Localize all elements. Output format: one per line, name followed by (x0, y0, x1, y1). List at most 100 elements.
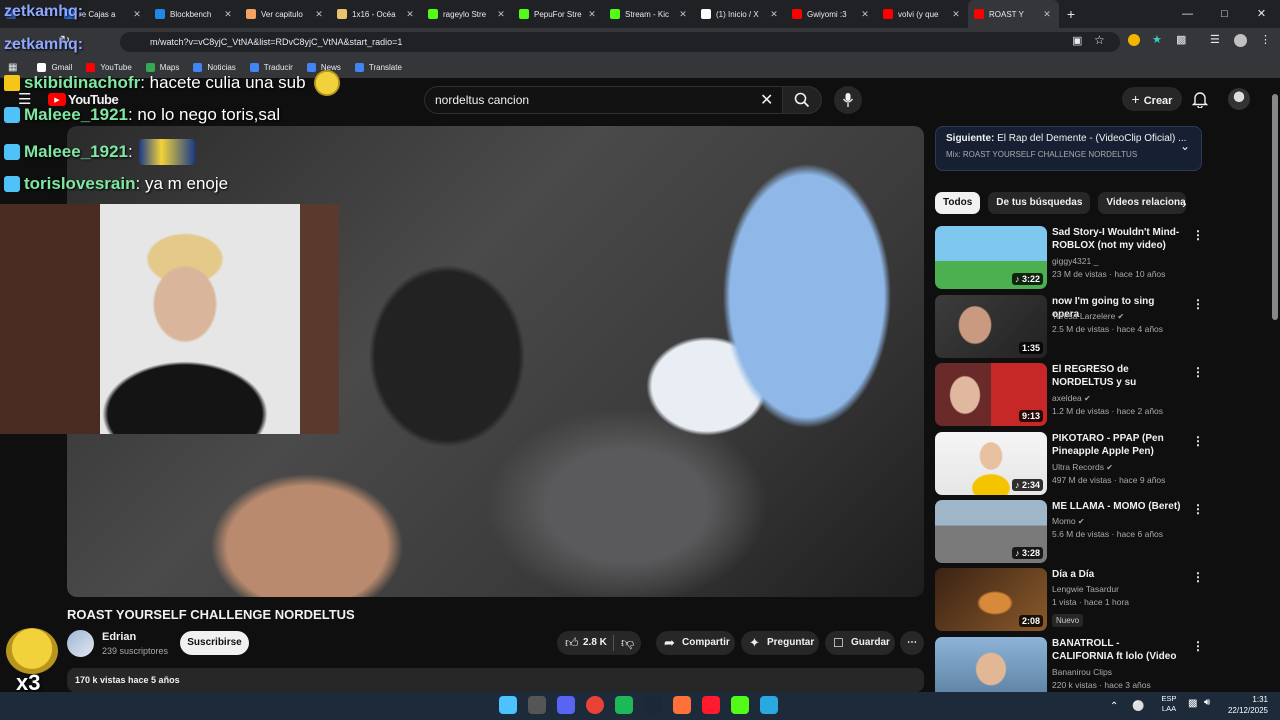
share-button[interactable]: ➦ Compartir (656, 631, 735, 655)
profile-avatar[interactable] (1234, 34, 1247, 47)
windows-start-icon[interactable] (499, 696, 517, 714)
video-thumbnail[interactable] (935, 637, 1047, 700)
browser-tab[interactable]: Ver capitulo ✕ (240, 0, 331, 28)
recommended-video[interactable]: ♪ 3:22 Sad Story-I Wouldn't Mind- ROBLOX … (935, 226, 1205, 290)
steam-icon[interactable] (644, 696, 662, 714)
video-thumbnail[interactable]: ♪ 3:22 (935, 226, 1047, 289)
tab-close-icon[interactable]: ✕ (313, 9, 325, 20)
firefox-icon[interactable] (673, 696, 691, 714)
recommended-channel[interactable]: Momo (1052, 516, 1076, 526)
chrome-menu-icon[interactable]: ⋮ (1260, 33, 1271, 46)
recommended-title[interactable]: Sad Story-I Wouldn't Mind- ROBLOX (not m… (1052, 226, 1182, 252)
recommended-channel[interactable]: axeldea (1052, 393, 1082, 403)
browser-tab[interactable]: rageylo Stre ✕ (422, 0, 513, 28)
maximize-icon[interactable]: □ (1206, 0, 1243, 28)
more-options-icon[interactable]: ⋮ (1192, 434, 1204, 448)
new-tab-button[interactable]: + (1059, 6, 1083, 22)
video-thumbnail[interactable]: ♪ 2:34 (935, 432, 1047, 495)
browser-tab[interactable]: Gwiyomi :3 ✕ (786, 0, 877, 28)
recommended-title[interactable]: ME LLAMA - MOMO (Beret) (1052, 500, 1182, 513)
more-actions-button[interactable]: ⋯ (900, 631, 924, 655)
tab-close-icon[interactable]: ✕ (859, 9, 871, 20)
recommended-title[interactable]: Día a Día (1052, 568, 1182, 581)
more-options-icon[interactable]: ⋮ (1192, 297, 1204, 311)
discord-icon[interactable] (557, 696, 575, 714)
tab-close-icon[interactable]: ✕ (131, 9, 143, 20)
chrome-icon[interactable] (586, 696, 604, 714)
more-options-icon[interactable]: ⋮ (1192, 365, 1204, 379)
chevron-down-icon[interactable]: ⌄ (1180, 139, 1190, 153)
account-avatar[interactable] (1228, 88, 1250, 110)
browser-tab[interactable]: ROAST Y ✕ (968, 0, 1059, 28)
recommended-channel[interactable]: Lengwie Tasardur (1052, 584, 1119, 594)
minimize-icon[interactable]: — (1169, 0, 1206, 28)
like-icon[interactable]: 👍︎ (565, 631, 579, 655)
more-options-icon[interactable]: ⋮ (1192, 502, 1204, 516)
tab-close-icon[interactable]: ✕ (950, 9, 962, 20)
save-button[interactable]: ☐ Guardar (825, 631, 895, 655)
recommended-video[interactable]: ♪ 3:28 ME LLAMA - MOMO (Beret) Momo ✔ 5.6 M… (935, 500, 1205, 564)
ask-button[interactable]: ✦ Preguntar (741, 631, 819, 655)
video-thumbnail[interactable]: ♪ 3:28 (935, 500, 1047, 563)
channel-name[interactable]: Edrian (102, 631, 136, 643)
translate-ext-icon[interactable]: ★ (1152, 33, 1162, 46)
clear-search-icon[interactable]: ✕ (760, 90, 773, 110)
extensions-puzzle-icon[interactable]: ▩ (1176, 33, 1186, 46)
filter-chip[interactable]: De tus búsquedas (988, 192, 1091, 214)
recommended-channel[interactable]: Teresa Larzelere (1052, 311, 1115, 321)
tab-close-icon[interactable]: ✕ (404, 9, 416, 20)
files-icon[interactable] (760, 696, 778, 714)
voice-search-button[interactable] (834, 86, 862, 114)
tab-close-icon[interactable]: ✕ (1041, 9, 1053, 20)
tab-close-icon[interactable]: ✕ (586, 9, 598, 20)
browser-tab[interactable]: volvi (y que ✕ (877, 0, 968, 28)
description-box[interactable]: 170 k vistas hace 5 años (67, 668, 924, 692)
network-icon[interactable]: ▩ (1188, 698, 1197, 709)
filter-chip[interactable]: Todos (935, 192, 981, 214)
chevron-up-icon[interactable]: ⌃ (1110, 701, 1118, 712)
recommended-title[interactable]: PIKOTARO - PPAP (Pen Pineapple Apple Pen… (1052, 432, 1182, 458)
recommended-video[interactable]: 9:13 El REGRESO de NORDELTUS y su CONFESI… (935, 363, 1205, 427)
recommended-video[interactable]: ♪ 2:34 PIKOTARO - PPAP (Pen Pineapple App… (935, 432, 1205, 496)
browser-tab[interactable]: (1) Inicio / X ✕ (695, 0, 786, 28)
app-icon[interactable] (528, 696, 546, 714)
tab-close-icon[interactable]: ✕ (677, 9, 689, 20)
reading-list-icon[interactable]: ☰ (1210, 33, 1220, 46)
video-thumbnail[interactable]: 9:13 (935, 363, 1047, 426)
recommended-title[interactable]: BANATROLL - CALIFORNIA ft lolo (Video Of… (1052, 637, 1182, 663)
create-button[interactable]: + Crear (1122, 87, 1182, 111)
search-input[interactable]: nordeltus cancion (424, 86, 788, 114)
chevron-right-icon[interactable]: › (1182, 195, 1187, 211)
opera-icon[interactable] (702, 696, 720, 714)
search-button[interactable] (782, 86, 822, 114)
browser-tab[interactable]: Blockbench ✕ (149, 0, 240, 28)
scrollbar-thumb[interactable] (1272, 94, 1278, 320)
more-options-icon[interactable]: ⋮ (1192, 228, 1204, 242)
cast-icon[interactable]: ▣ (1072, 34, 1082, 47)
more-options-icon[interactable]: ⋮ (1192, 570, 1204, 584)
extension-icon[interactable] (1128, 34, 1140, 46)
bookmark-star-icon[interactable]: ☆ (1094, 33, 1105, 47)
mic-tray-icon[interactable]: ⚪ (1132, 701, 1144, 712)
url-input[interactable]: m/watch?v=vC8yjC_VtNA&list=RDvC8yjC_VtNA… (120, 32, 1120, 52)
recommended-video[interactable]: 2:08 Día a Día Lengwie Tasardur 1 vista · h… (935, 568, 1205, 632)
browser-tab[interactable]: 1x16 - Océa ✕ (331, 0, 422, 28)
video-thumbnail[interactable]: 2:08 (935, 568, 1047, 631)
recommended-channel[interactable]: Ultra Records (1052, 462, 1104, 472)
browser-tab[interactable]: PepuFor Stre ✕ (513, 0, 604, 28)
more-options-icon[interactable]: ⋮ (1192, 639, 1204, 653)
tab-close-icon[interactable]: ✕ (222, 9, 234, 20)
tab-close-icon[interactable]: ✕ (495, 9, 507, 20)
channel-avatar[interactable] (67, 630, 94, 657)
recommended-channel[interactable]: Bananirou Clips (1052, 667, 1112, 677)
video-thumbnail[interactable]: 1:35 (935, 295, 1047, 358)
like-count[interactable]: 2.8 K (583, 631, 607, 655)
recommended-channel[interactable]: giggy4321 _ (1052, 256, 1098, 266)
kick-icon[interactable] (731, 696, 749, 714)
language-indicator[interactable]: ESP LAA (1160, 694, 1178, 714)
close-window-icon[interactable]: ✕ (1243, 0, 1280, 28)
up-next-panel[interactable]: Siguiente: El Rap del Demente - (VideoCl… (935, 126, 1202, 171)
recommended-video[interactable]: 1:35 now I'm going to sing opera Teresa La… (935, 295, 1205, 359)
filter-chip[interactable]: Videos relacionado (1098, 192, 1187, 214)
recommended-title[interactable]: El REGRESO de NORDELTUS y su CONFESIÓN s… (1052, 363, 1182, 389)
